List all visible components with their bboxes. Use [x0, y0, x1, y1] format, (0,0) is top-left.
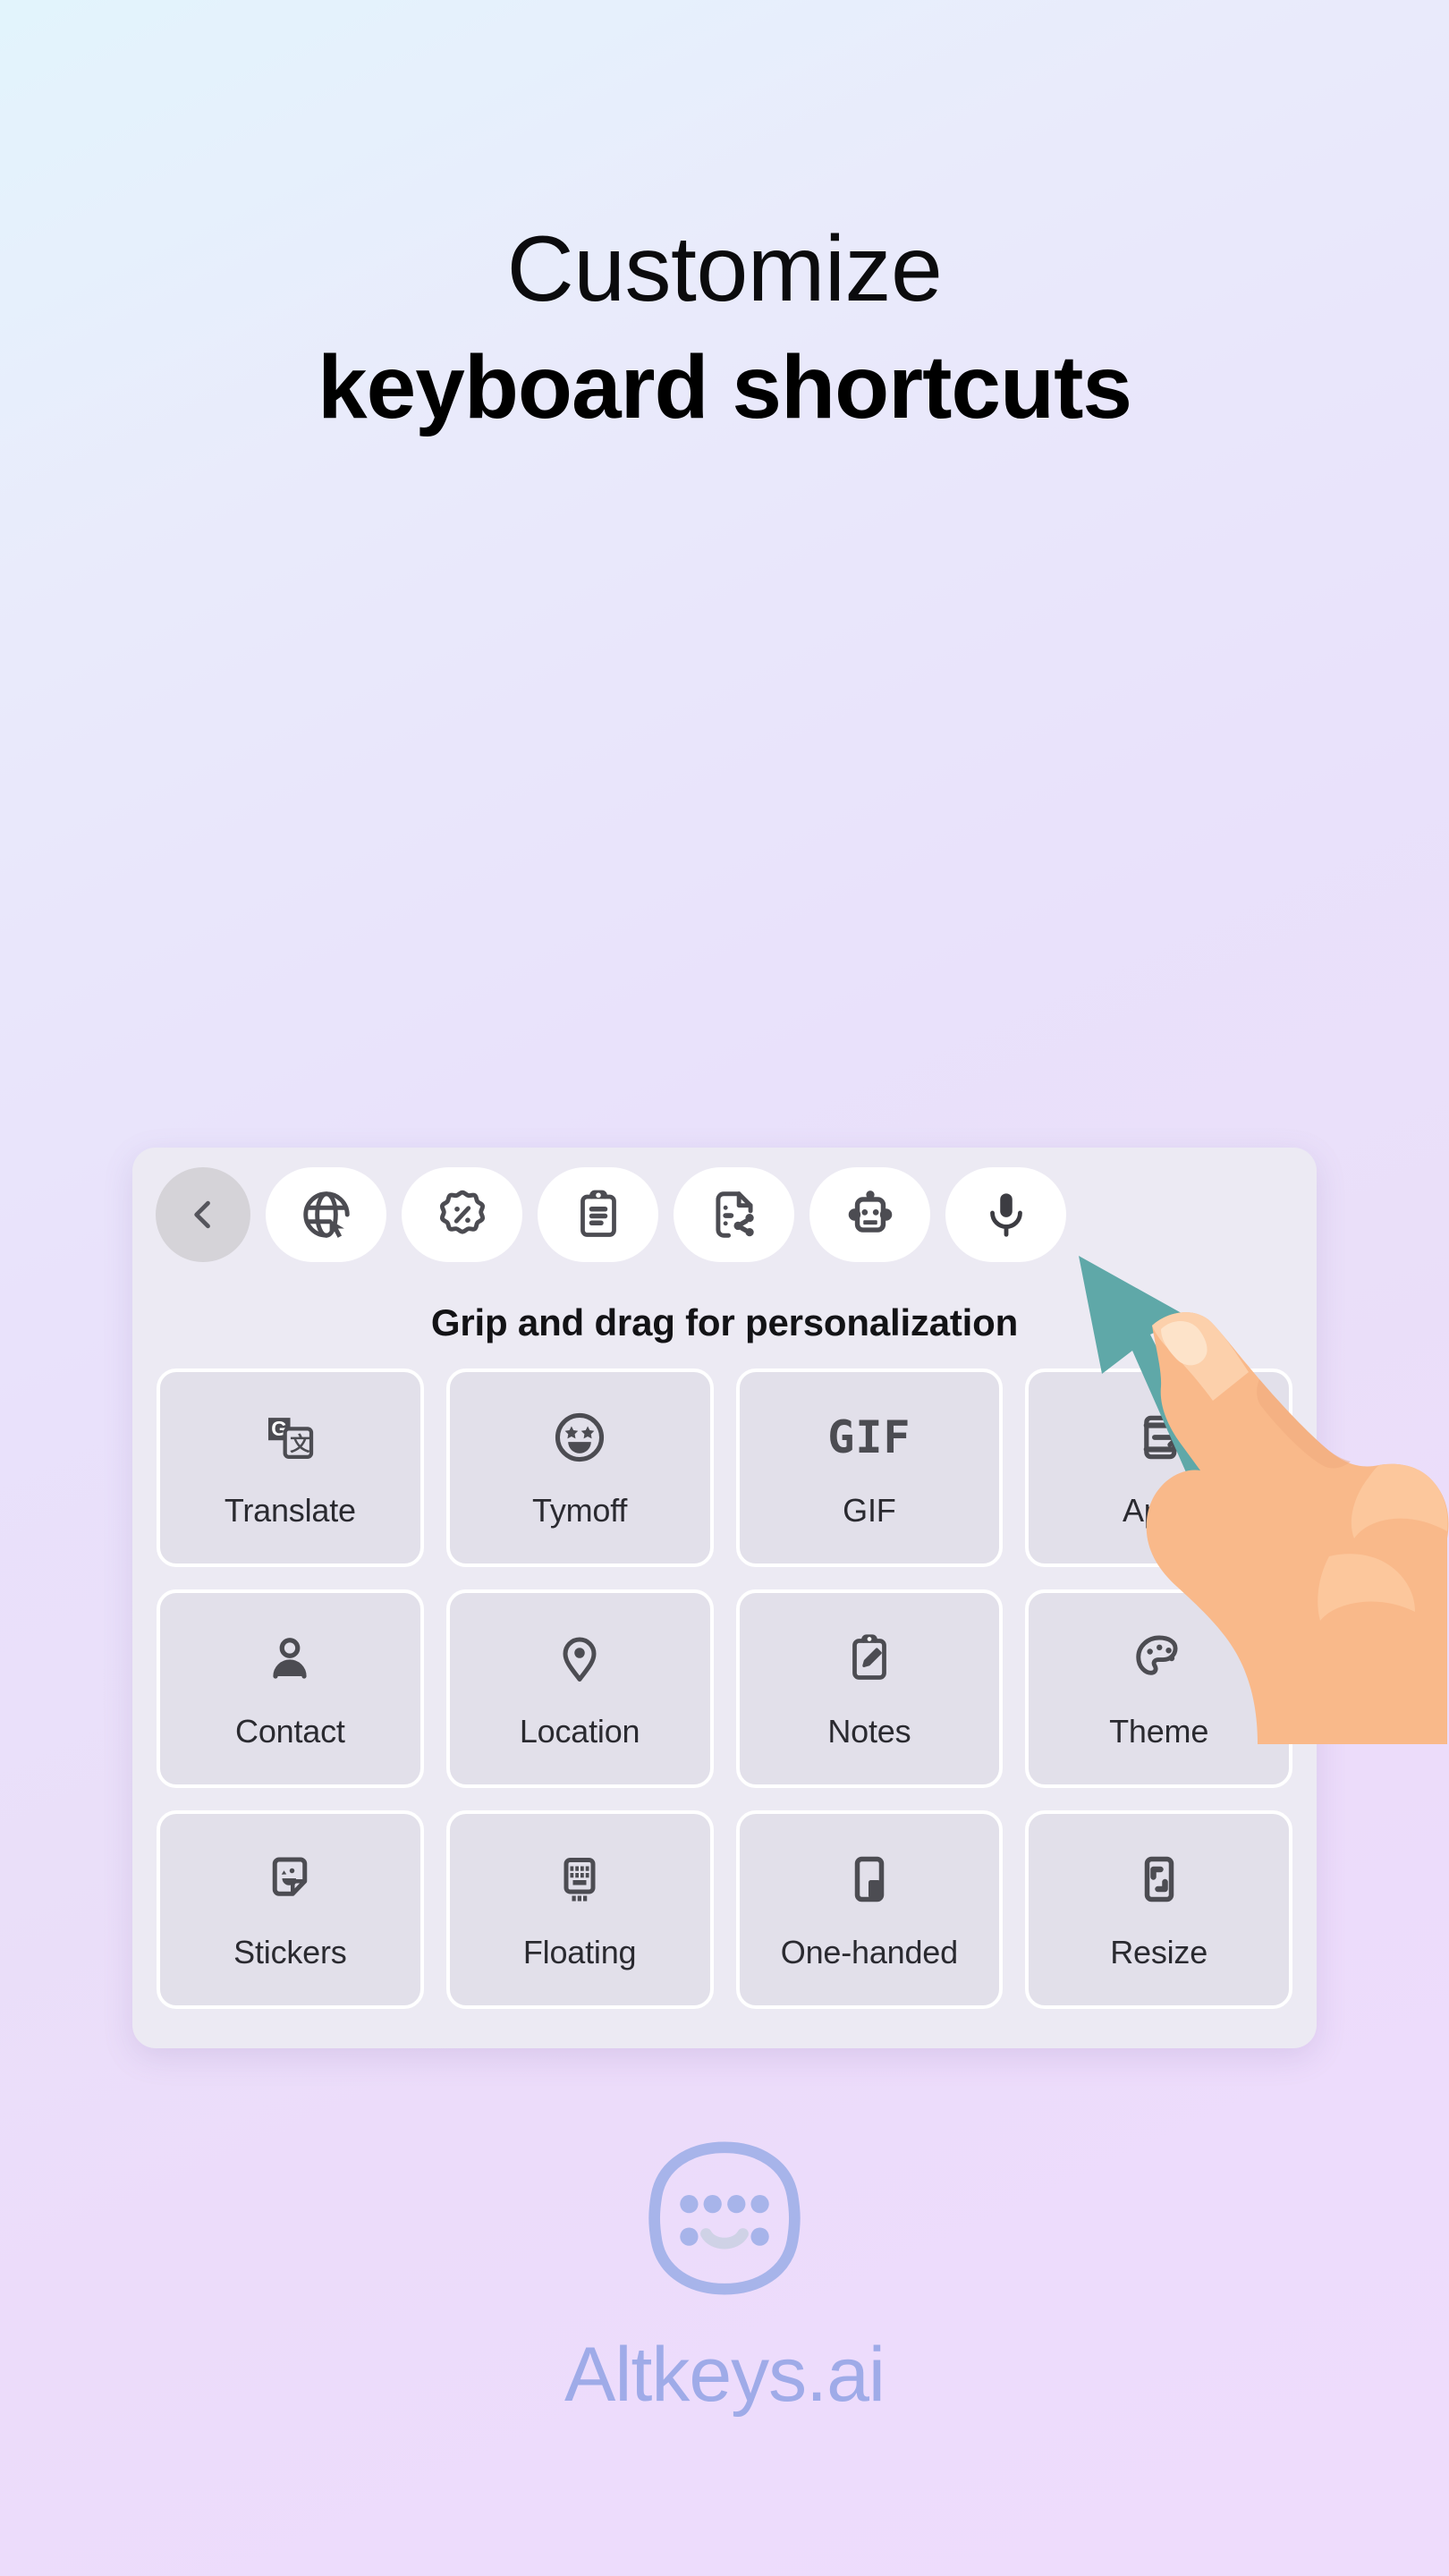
tile-label: GIF — [843, 1492, 896, 1529]
sticker-icon — [263, 1848, 317, 1911]
keyboard-toolbar — [132, 1167, 1317, 1262]
personalization-hint: Grip and drag for personalization — [430, 1301, 1019, 1343]
toolbar-ai-assistant-button[interactable] — [809, 1167, 930, 1262]
altkeys-smiley-logo — [640, 2133, 809, 2308]
floating-keyboard-icon — [553, 1848, 606, 1911]
headline-line-1: Customize — [506, 217, 943, 321]
shortcut-tile-one-handed[interactable]: One-handed — [735, 1810, 1004, 2009]
app-store-promo-screen: Customize keyboard shortcuts Grip and dr… — [0, 0, 1449, 2576]
star-eyes-smiley-icon — [551, 1406, 608, 1469]
microphone-icon — [980, 1189, 1032, 1241]
shortcut-tile-translate[interactable]: G 文 Translate — [157, 1368, 424, 1567]
shortcut-tile-contact[interactable]: Contact — [157, 1589, 424, 1788]
shortcut-tile-notes[interactable]: Notes — [735, 1589, 1004, 1788]
gif-text-icon: GIF — [827, 1411, 911, 1463]
brand-name: Altkeys.ai — [564, 2332, 886, 2418]
back-icon — [183, 1195, 223, 1234]
tile-label: Tymoff — [532, 1492, 628, 1529]
google-translate-icon: G 文 — [261, 1406, 318, 1469]
tile-label: Theme — [1109, 1713, 1209, 1750]
tile-label: Apps — [1122, 1492, 1196, 1529]
shortcut-tile-theme[interactable]: Theme — [1025, 1589, 1292, 1788]
robot-icon — [843, 1187, 898, 1242]
phone-arrow-icon — [1131, 1406, 1187, 1469]
shortcut-tile-tymoff[interactable]: Tymoff — [445, 1368, 714, 1567]
toolbar-browse-button[interactable] — [266, 1167, 386, 1262]
toolbar-voice-input-button[interactable] — [945, 1167, 1066, 1262]
globe-cursor-icon — [299, 1187, 354, 1242]
resize-icon — [1132, 1848, 1186, 1911]
keyboard-panel: Grip and drag for personalization G 文 Tr… — [132, 1148, 1317, 2048]
shortcut-grid: G 文 Translate Tymoff GIF GIF Apps Contac… — [157, 1368, 1292, 2009]
svg-text:文: 文 — [291, 1432, 311, 1456]
clipboard-icon — [572, 1188, 625, 1241]
shortcut-tile-resize[interactable]: Resize — [1025, 1810, 1292, 2009]
percent-badge-icon — [435, 1187, 490, 1242]
tile-label: Notes — [827, 1713, 911, 1750]
shortcut-tile-apps[interactable]: Apps — [1025, 1368, 1292, 1567]
tile-label: Floating — [522, 1934, 637, 1970]
tile-label: One-handed — [780, 1934, 958, 1970]
shortcut-tile-gif[interactable]: GIF GIF — [735, 1368, 1004, 1567]
toolbar-clipboard-button[interactable] — [538, 1167, 658, 1262]
toolbar-share-file-button[interactable] — [674, 1167, 794, 1262]
note-pencil-icon — [843, 1627, 896, 1690]
tile-label: Contact — [235, 1713, 345, 1750]
tile-label: Stickers — [233, 1934, 347, 1970]
palette-icon — [1131, 1627, 1187, 1690]
person-icon — [263, 1627, 317, 1690]
shortcut-tile-floating[interactable]: Floating — [445, 1810, 714, 2009]
headline-line-2: keyboard shortcuts — [317, 337, 1132, 438]
toolbar-offers-button[interactable] — [402, 1167, 522, 1262]
tile-label: Resize — [1110, 1934, 1208, 1970]
shortcut-tile-stickers[interactable]: Stickers — [157, 1810, 424, 2009]
file-share-icon — [707, 1187, 762, 1242]
toolbar-back-button[interactable] — [156, 1167, 250, 1262]
shortcut-tile-location[interactable]: Location — [445, 1589, 714, 1788]
tile-label: Translate — [224, 1492, 356, 1529]
headline: Customize keyboard shortcuts — [0, 220, 1449, 435]
one-handed-keyboard-icon — [843, 1848, 896, 1911]
map-pin-icon — [553, 1627, 606, 1690]
brand-block: Altkeys.ai — [0, 2133, 1449, 2419]
tile-label: Location — [519, 1713, 640, 1750]
